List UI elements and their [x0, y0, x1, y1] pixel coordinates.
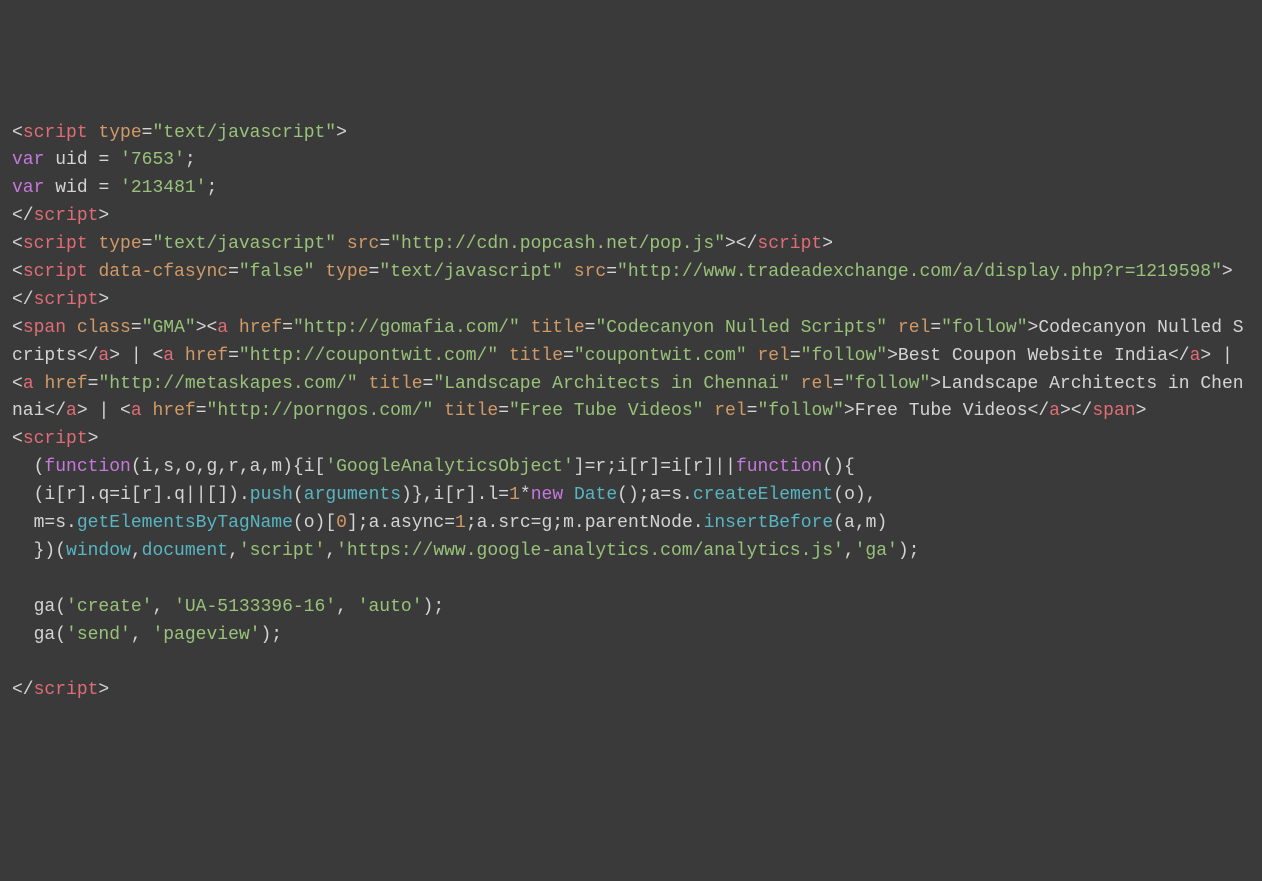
attr-value: "GMA"	[142, 318, 196, 338]
link-title: "Landscape Architects in Chennai"	[433, 374, 789, 394]
link-text: Best Coupon Website India	[898, 346, 1168, 366]
ga-object-key: 'GoogleAnalyticsObject'	[325, 457, 573, 477]
ga-url: 'https://www.google-analytics.com/analyt…	[336, 541, 844, 561]
link-href: "http://coupontwit.com/"	[239, 346, 498, 366]
attr-value: "text/javascript"	[379, 262, 563, 282]
link-href: "http://gomafia.com/"	[293, 318, 520, 338]
link-href: "http://metaskapes.com/"	[98, 374, 357, 394]
link-title: "coupontwit.com"	[574, 346, 747, 366]
string-literal: 'send'	[66, 625, 131, 645]
uid-literal: '7653'	[120, 150, 185, 170]
link-title: "Free Tube Videos"	[509, 401, 703, 421]
attr-value: "false"	[239, 262, 315, 282]
wid-literal: '213481'	[120, 178, 206, 198]
string-literal: 'ga'	[855, 541, 898, 561]
link-href: "http://porngos.com/"	[207, 401, 434, 421]
link-title: "Codecanyon Nulled Scripts"	[595, 318, 887, 338]
string-literal: 'pageview'	[152, 625, 260, 645]
attr-value: "follow"	[801, 346, 887, 366]
attr-value: "follow"	[844, 374, 930, 394]
ga-tracking-id: 'UA-5133396-16'	[174, 597, 336, 617]
string-literal: 'auto'	[358, 597, 423, 617]
link-text: Free Tube Videos	[855, 401, 1028, 421]
script-src: "http://www.tradeadexchange.com/a/displa…	[617, 262, 1222, 282]
script-src: "http://cdn.popcash.net/pop.js"	[390, 234, 725, 254]
string-literal: 'script'	[239, 541, 325, 561]
string-literal: 'create'	[66, 597, 152, 617]
attr-value: "text/javascript"	[152, 234, 336, 254]
attr-value: "follow"	[757, 401, 843, 421]
attr-value: "follow"	[941, 318, 1027, 338]
code-editor-view: <script type="text/javascript"> var uid …	[12, 120, 1250, 706]
attr-value: "text/javascript"	[152, 123, 336, 143]
